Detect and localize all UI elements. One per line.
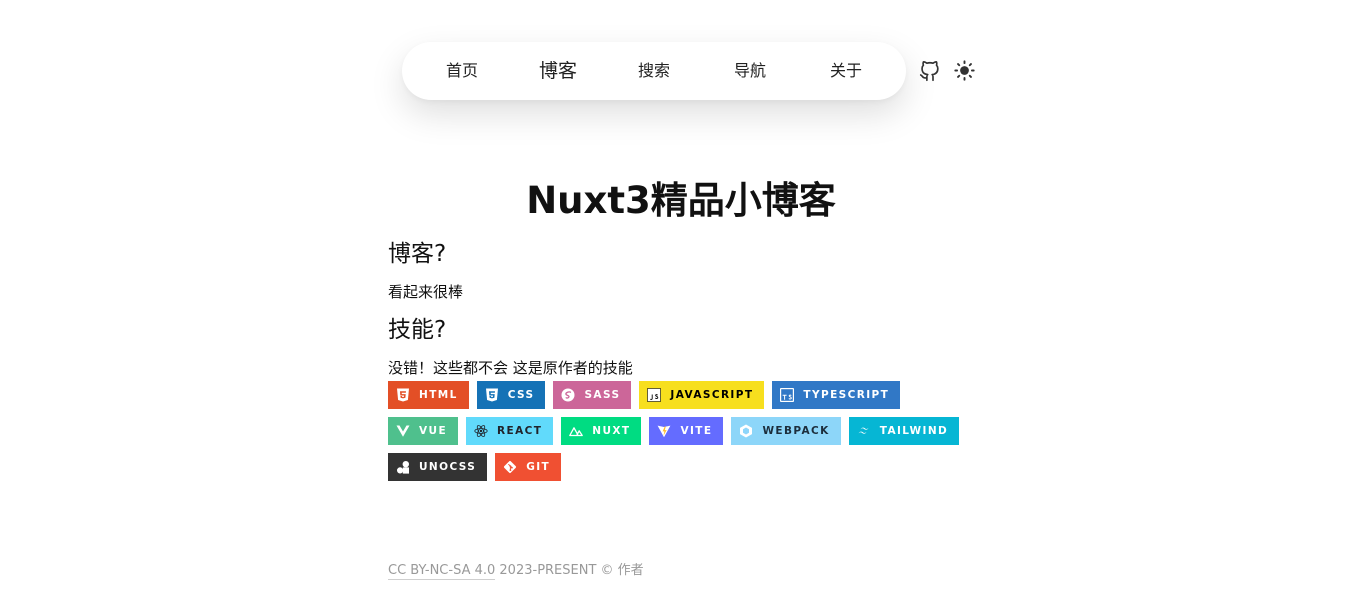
badge-unocss[interactable]: UNOCSS — [388, 453, 488, 481]
skills-description: 没错！这些都不会 这是原作者的技能 — [388, 359, 633, 377]
css3-icon — [485, 388, 498, 402]
badge-javascript[interactable]: JAVASCRIPT — [639, 381, 765, 409]
badge-tailwind[interactable]: TAILWIND — [848, 417, 960, 445]
footer: CC BY-NC-SA 4.0 2023-PRESENT © 作者 — [388, 562, 644, 580]
sun-icon[interactable] — [954, 60, 975, 81]
license-link[interactable]: CC BY-NC-SA 4.0 — [388, 563, 496, 580]
html5-icon — [397, 388, 409, 402]
blog-heading: 博客? — [388, 241, 447, 267]
webpack-icon — [740, 424, 753, 438]
javascript-icon — [647, 388, 662, 402]
nav-link-blog[interactable]: 博客 — [539, 42, 577, 100]
badge-nuxt[interactable]: NUXT — [561, 417, 642, 445]
badge-vite[interactable]: VITE — [649, 417, 724, 445]
badge-git[interactable]: GIT — [495, 453, 562, 481]
nav-link-about[interactable]: 关于 — [830, 42, 862, 100]
badge-html[interactable]: HTML — [388, 381, 469, 409]
main-nav: 首页 博客 搜索 导航 关于 — [402, 42, 906, 100]
badge-typescript[interactable]: TYPESCRIPT — [772, 381, 901, 409]
badge-webpack[interactable]: WEBPACK — [731, 417, 841, 445]
sass-icon — [561, 388, 575, 402]
skill-badges-row-2: VUE REACT NUXT VITE WEBPACK TAILWIND — [388, 417, 960, 445]
skill-badges-row-1: HTML CSS SASS JAVASCRIPT TYPESCRIPT — [388, 381, 901, 409]
typescript-icon — [780, 388, 795, 402]
vite-icon — [658, 425, 671, 438]
badge-vue[interactable]: VUE — [388, 417, 459, 445]
github-icon[interactable] — [919, 61, 940, 82]
badge-css[interactable]: CSS — [476, 381, 546, 409]
nav-link-navigation[interactable]: 导航 — [734, 42, 766, 100]
page-title: Nuxt3精品小博客 — [526, 179, 836, 222]
unocss-icon — [397, 461, 409, 474]
copyright-text: 2023-PRESENT © 作者 — [495, 563, 644, 578]
badge-sass[interactable]: SASS — [553, 381, 632, 409]
git-icon — [504, 460, 517, 474]
skill-badges-row-3: UNOCSS GIT — [388, 453, 562, 481]
react-icon — [474, 425, 488, 437]
tailwind-icon — [858, 427, 869, 434]
vue-icon — [396, 425, 410, 437]
nav-link-home[interactable]: 首页 — [446, 42, 478, 100]
blog-description: 看起来很棒 — [388, 283, 464, 301]
nav-link-search[interactable]: 搜索 — [638, 42, 670, 100]
skills-heading: 技能? — [388, 317, 447, 343]
nuxt-icon — [569, 427, 584, 437]
badge-react[interactable]: REACT — [466, 417, 554, 445]
